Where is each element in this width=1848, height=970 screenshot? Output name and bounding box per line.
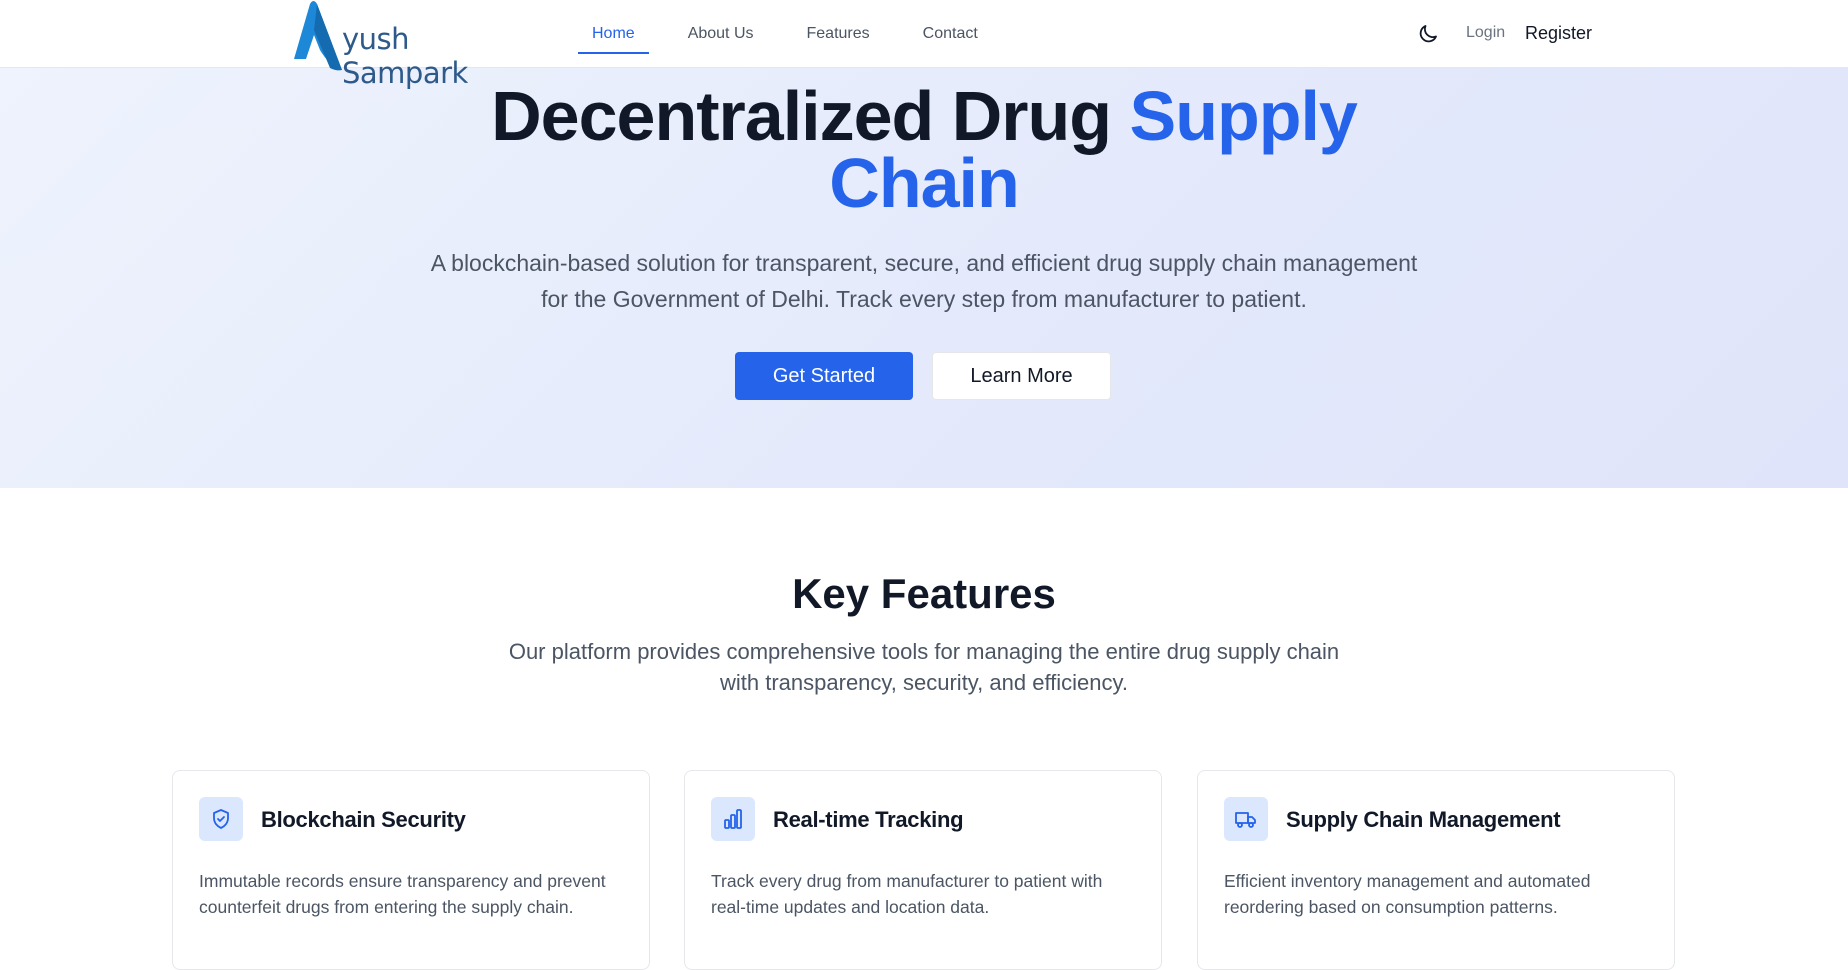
bar-chart-icon (711, 797, 755, 841)
truck-icon (1224, 797, 1268, 841)
feature-card-real-time-tracking: Real-time Tracking Track every drug from… (684, 770, 1162, 970)
learn-more-button[interactable]: Learn More (932, 352, 1111, 400)
register-link[interactable]: Register (1525, 23, 1592, 44)
feature-card-description: Efficient inventory management and autom… (1224, 871, 1591, 917)
nav-link-home[interactable]: Home (578, 0, 649, 68)
features-title: Key Features (792, 570, 1056, 617)
login-link[interactable]: Login (1466, 24, 1505, 42)
hero-title: Decentralized Drug Supply Chain (0, 81, 1848, 218)
nav-link-about-us[interactable]: About Us (674, 0, 768, 68)
brand-name: yush Sampark (342, 22, 468, 90)
feature-card-title: Blockchain Security (261, 807, 466, 832)
feature-card-title: Real-time Tracking (773, 807, 964, 832)
feature-card-description: Immutable records ensure transparency an… (199, 871, 606, 917)
features-subtitle: Our platform provides comprehensive tool… (508, 639, 1340, 695)
hero-title-accent-1: Supply (1129, 77, 1358, 155)
feature-card-supply-chain-management: Supply Chain Management Efficient invent… (1197, 770, 1675, 970)
hero-title-accent-2: Chain (829, 144, 1019, 222)
shield-check-icon (199, 797, 243, 841)
top-navbar: yush Sampark Home About Us Features Cont… (0, 0, 1848, 90)
nav-link-features[interactable]: Features (793, 0, 884, 68)
moon-icon[interactable] (1416, 22, 1440, 46)
hero-section: Decentralized Drug Supply Chain A blockc… (0, 68, 1848, 488)
hero-subtitle: A blockchain-based solution for transpar… (430, 250, 1418, 312)
brand-logo[interactable]: yush Sampark (290, 0, 520, 90)
get-started-button[interactable]: Get Started (735, 352, 913, 400)
feature-card-blockchain-security: Blockchain Security Immutable records en… (172, 770, 650, 970)
hero-title-main: Decentralized Drug (491, 77, 1130, 155)
primary-nav: Home About Us Features Contact (578, 0, 1017, 68)
nav-link-contact[interactable]: Contact (909, 0, 992, 68)
feature-card-title: Supply Chain Management (1286, 807, 1561, 832)
feature-card-description: Track every drug from manufacturer to pa… (711, 871, 1103, 917)
